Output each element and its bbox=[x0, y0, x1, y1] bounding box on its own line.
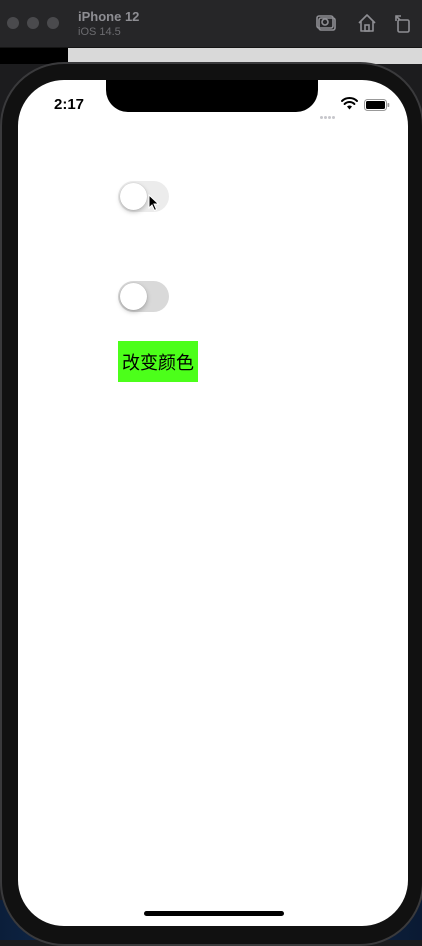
device-screen: 2:17 改变颜色 bbox=[18, 80, 408, 926]
change-color-button[interactable]: 改变颜色 bbox=[118, 341, 198, 382]
toggle-knob bbox=[120, 183, 147, 210]
screenshot-icon[interactable] bbox=[316, 12, 338, 34]
home-indicator[interactable] bbox=[144, 911, 284, 916]
rotate-icon[interactable] bbox=[392, 12, 414, 34]
notch bbox=[106, 80, 318, 112]
cellular-signal-icon bbox=[320, 106, 338, 119]
simulator-titlebar: iPhone 12 iOS 14.5 bbox=[0, 0, 422, 48]
close-window-button[interactable] bbox=[7, 17, 19, 29]
toggle-switch-2[interactable] bbox=[118, 281, 169, 312]
home-icon[interactable] bbox=[356, 12, 378, 34]
zoom-window-button[interactable] bbox=[47, 17, 59, 29]
toggle-switch-1[interactable] bbox=[118, 181, 169, 212]
battery-icon bbox=[364, 99, 390, 111]
simulator-device-name: iPhone 12 bbox=[78, 9, 140, 24]
simulator-os-version: iOS 14.5 bbox=[78, 26, 121, 38]
minimize-window-button[interactable] bbox=[27, 17, 39, 29]
toggle-knob bbox=[120, 283, 147, 310]
wifi-icon bbox=[341, 97, 358, 110]
mouse-pointer-icon bbox=[148, 194, 160, 212]
status-bar-time: 2:17 bbox=[54, 96, 85, 113]
